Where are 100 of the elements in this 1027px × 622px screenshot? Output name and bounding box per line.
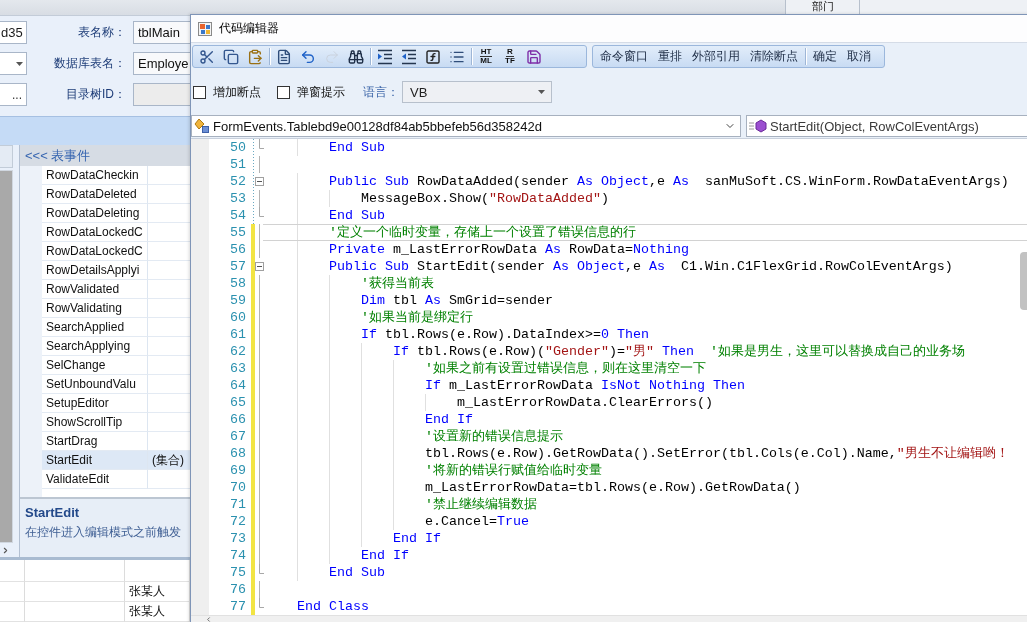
code-line: '如果之前有设置过错误信息，则在这里清空一下 [424, 360, 706, 377]
member-dropdown[interactable]: StartEdit(Object, RowColEventArgs) [746, 115, 1027, 137]
description-title: StartEdit [25, 505, 80, 521]
table-cell [0, 560, 25, 582]
code-line: m_LastErrorRowData=tbl.Rows(e.Row).GetRowData() [424, 479, 801, 496]
property-name[interactable]: RowDataLockedC [42, 242, 148, 261]
html-button[interactable]: HT ML [474, 46, 498, 67]
class-dropdown[interactable]: FormEvents.Tablebd9e00128df84ab5bbefeb56d358242d [191, 115, 741, 137]
text-field[interactable]: tblMain [133, 21, 190, 44]
field-label: 数据库表名： [53, 55, 127, 72]
property-name[interactable]: RowValidated [42, 280, 148, 299]
dropdown-arrow-icon [16, 61, 23, 66]
line-number: 63 [229, 360, 247, 377]
line-number: 65 [229, 394, 247, 411]
property-name[interactable]: SearchApplied [42, 318, 148, 337]
scrollbar-thumb[interactable] [1020, 252, 1027, 310]
line-number: 57 [229, 258, 247, 275]
checkbox[interactable] [277, 85, 290, 99]
text-field[interactable]: d35 [0, 21, 27, 44]
rtf-button[interactable]: R TF [498, 46, 522, 67]
field-label: 语言： [363, 83, 399, 101]
code-line: If tbl.Rows(e.Row)("Gender")="男" Then '如果是男生，这里可以替换成自己的业务场 [392, 343, 965, 360]
window-title: 代码编辑器 [219, 20, 279, 37]
language-dropdown[interactable]: VB [402, 81, 552, 103]
property-name[interactable]: SelChange [42, 356, 148, 375]
field-label: 目录树ID： [65, 86, 127, 103]
code-line: End Sub [329, 139, 385, 156]
grid-header[interactable]: <<< 表事件 [20, 145, 190, 166]
property-name[interactable]: RowDataLockedC [42, 223, 148, 242]
toolbar-button[interactable]: 外部引用 [687, 46, 745, 67]
fold-end-icon [259, 139, 264, 149]
toolbar-button[interactable]: 重排 [653, 46, 687, 67]
property-name[interactable]: RowDataDeleted [42, 185, 148, 204]
text-field[interactable]: ... [0, 83, 27, 106]
property-name[interactable]: RowDataDeleting [42, 204, 148, 223]
checkbox-label[interactable]: 弹窗提示 [297, 83, 345, 101]
property-value[interactable]: (集合) [148, 451, 190, 470]
line-number: 75 [229, 564, 247, 581]
code-line: '将新的错误行赋值给临时变量 [424, 462, 602, 479]
code-line: '如果当前是绑定行 [360, 309, 473, 326]
line-number: 72 [229, 513, 247, 530]
property-name[interactable]: SetUnboundValu [42, 375, 148, 394]
property-name[interactable]: RowDataCheckin [42, 166, 148, 185]
line-number: 50 [229, 139, 247, 156]
line-number: 68 [229, 445, 247, 462]
checkbox-label[interactable]: 增加断点 [213, 83, 261, 101]
code-line: '获得当前表 [360, 275, 434, 292]
property-name[interactable]: SearchApplying [42, 337, 148, 356]
field-label: 表名称： [77, 24, 127, 41]
code-line: '设置新的错误信息提示 [424, 428, 563, 445]
code-line: '定义一个临时变量，存储上一个设置了错误信息的行 [329, 224, 636, 241]
collapse-icon[interactable] [255, 177, 264, 186]
property-name[interactable]: RowDetailsApplyi [42, 261, 148, 280]
column-header: 部门 [785, 0, 859, 14]
collapse-icon[interactable] [255, 262, 264, 271]
code-line: End Class [297, 598, 369, 615]
line-number: 67 [229, 428, 247, 445]
line-number: 74 [229, 547, 247, 564]
property-name[interactable]: SetupEditor [42, 394, 148, 413]
line-number: 58 [229, 275, 247, 292]
line-number: 55 [229, 224, 247, 241]
line-number: 52 [229, 173, 247, 190]
code-line: Public Sub RowDataAdded(sender As Object,e As sanMuSoft.CS.WinForm.RowDataEventArgs) [329, 173, 1009, 190]
text-field[interactable]: Employe [133, 52, 190, 75]
toolbar-button[interactable]: 取消 [842, 46, 876, 67]
code-line: End Sub [329, 207, 385, 224]
line-number: 54 [229, 207, 247, 224]
chevron-left-icon[interactable] [205, 616, 212, 622]
checkbox[interactable] [193, 85, 206, 99]
line-number: 61 [229, 326, 247, 343]
dropdown-field[interactable] [0, 52, 27, 75]
dropdown-arrow-icon [538, 90, 545, 94]
app-icon [198, 21, 212, 36]
code-line: End If [392, 530, 441, 547]
code-line: Public Sub StartEdit(sender As Object,e As C1.Win.C1FlexGrid.RowColEventArgs) [329, 258, 953, 275]
property-name[interactable]: ValidateEdit [42, 470, 148, 489]
code-line: e.Cancel=True [424, 513, 529, 530]
line-number: 77 [229, 598, 247, 615]
line-number: 66 [229, 411, 247, 428]
chevron-right-icon[interactable] [1, 545, 10, 555]
toolbar-button[interactable]: 命令窗口 [595, 46, 653, 67]
line-number: 62 [229, 343, 247, 360]
toolbar-button[interactable]: 清除断点 [745, 46, 803, 67]
code-line: m_LastErrorRowData.ClearErrors() [456, 394, 713, 411]
line-number: 51 [229, 156, 247, 173]
browse-button[interactable]: ... [11, 87, 23, 102]
code-line: '禁止继续编辑数据 [424, 496, 537, 513]
line-number: 64 [229, 377, 247, 394]
property-name[interactable]: StartDrag [42, 432, 148, 451]
property-name[interactable]: RowValidating [42, 299, 148, 318]
property-name[interactable]: StartEdit [42, 451, 148, 470]
line-number: 53 [229, 190, 247, 207]
table-cell [0, 602, 25, 622]
toolbar-button[interactable]: 确定 [808, 46, 842, 67]
code-line: If m_LastErrorRowData IsNot Nothing Then [424, 377, 745, 394]
line-number: 56 [229, 241, 247, 258]
property-name[interactable]: ShowScrollTip [42, 413, 148, 432]
description-text: 在控件进入编辑模式之前触发 [25, 524, 181, 540]
code-line: End If [424, 411, 473, 428]
line-number: 76 [229, 581, 247, 598]
